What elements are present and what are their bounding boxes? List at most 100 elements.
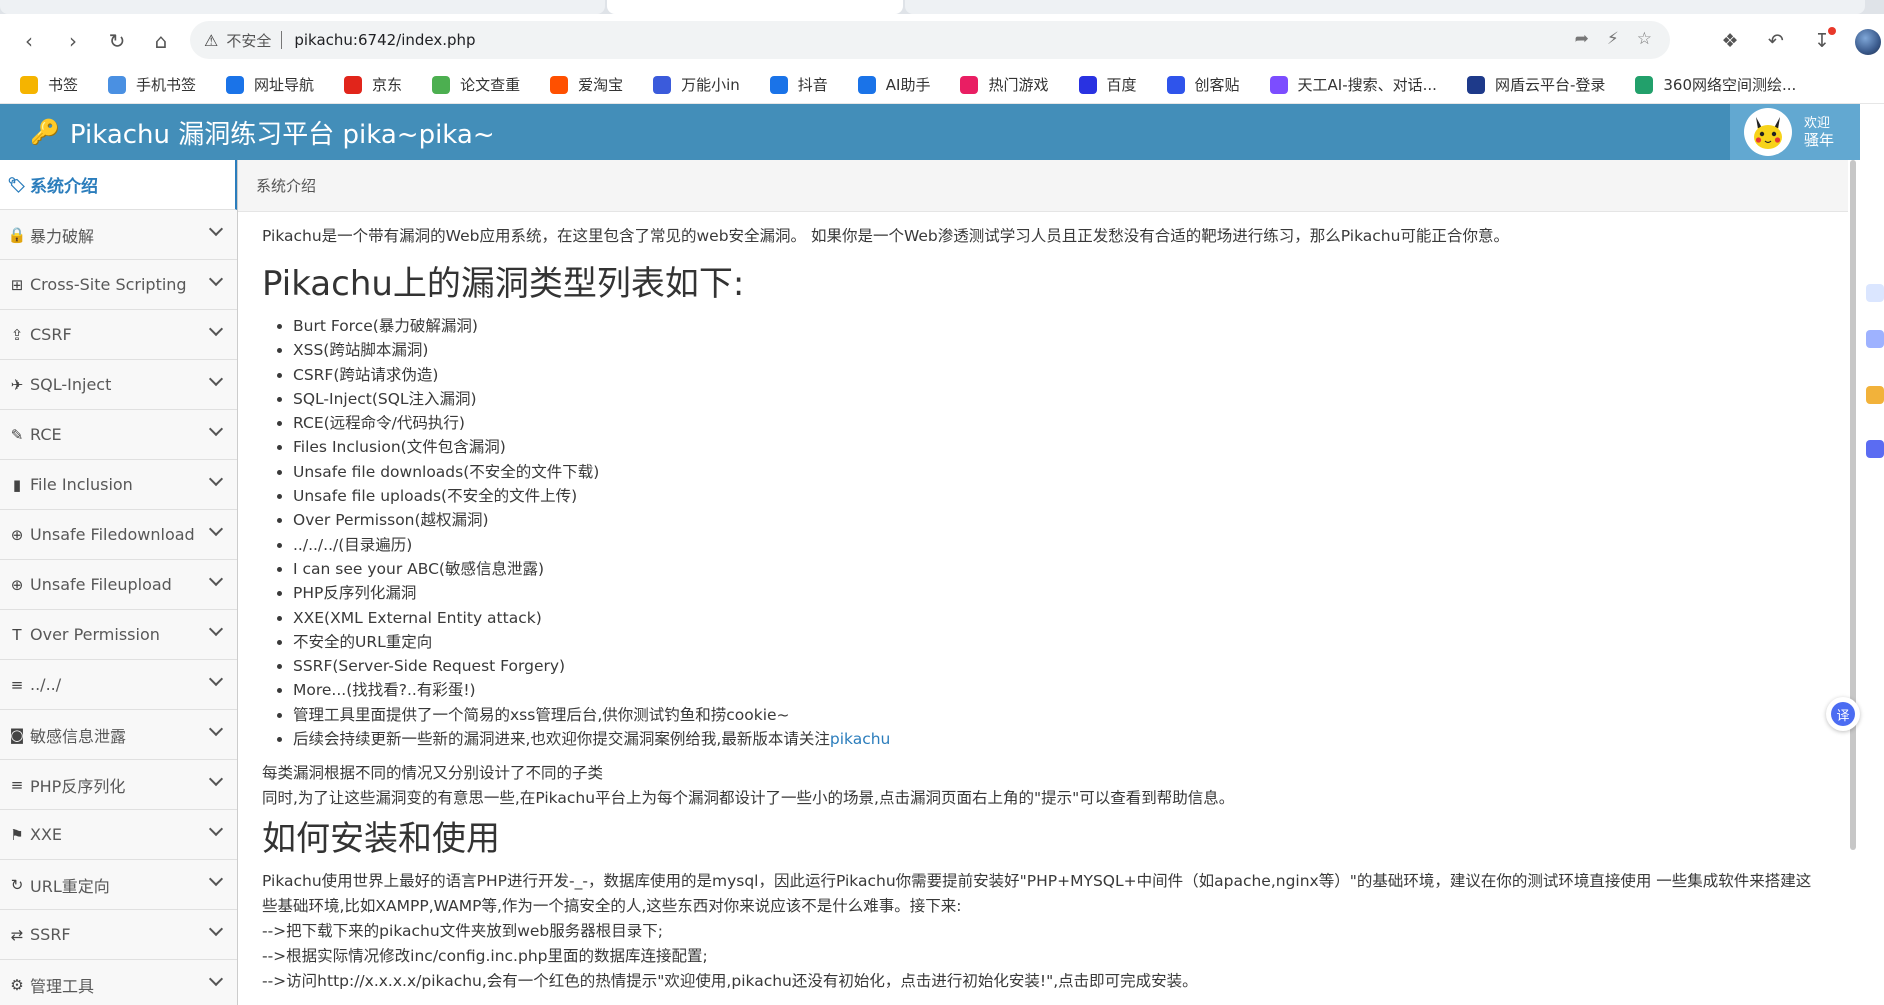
sidebar-item[interactable]: ⊕ Unsafe Filedownload [0,510,237,560]
install-paragraph: Pikachu使用世界上最好的语言PHP进行开发-_-，数据库使用的是mysql… [262,872,1812,916]
chevron-down-icon[interactable] [208,821,224,837]
chevron-down-icon[interactable] [208,921,224,937]
chevron-down-icon[interactable] [208,971,224,987]
bookmark-item[interactable]: 网址导航 [226,74,314,95]
sidebar-item[interactable]: T Over Permission [0,610,237,660]
list-item: 后续会持续更新一些新的漏洞进来,也欢迎你提交漏洞案例给我,最新版本请关注pika… [293,727,1824,751]
list-item: 管理工具里面提供了一个简易的xss管理后台,供你测试钓鱼和捞cookie~ [293,703,1824,727]
sidebar-item[interactable]: ↻ URL重定向 [0,860,237,910]
scrollbar-thumb[interactable] [1850,160,1856,850]
sidebar-item-label: XXE [30,825,63,844]
e-icon [857,75,876,94]
chevron-down-icon[interactable] [208,321,224,337]
bookmark-item[interactable]: 书签 [20,74,78,95]
bookmark-label: 百度 [1106,76,1137,94]
sidebar-item[interactable]: ⊕ Unsafe Fileupload [0,560,237,610]
sidebar-item[interactable]: ⊞ Cross-Site Scripting [0,260,237,310]
bookmark-item[interactable]: 天工AI-搜索、对话... [1269,74,1437,95]
extensions-icon[interactable]: ❖ [1714,26,1746,56]
bookmark-item[interactable]: 360网络空间测绘... [1635,74,1796,95]
chevron-down-icon[interactable] [208,471,224,487]
sidebar-item[interactable]: ⇄ SSRF [0,910,237,960]
sidebar-item-label: Unsafe Filedownload [30,525,195,544]
forward-icon[interactable]: › [58,26,88,56]
bookmarks-bar: 书签 手机书签 网址导航 京东 论文查重 爱淘宝 万能小in 抖音 AI助手 热门游戏 百度 创客贴 天… [0,66,1884,104]
vuln-list: Burt Force(暴力破解漏洞)XSS(跨站脚本漏洞)CSRF(跨站请求伪造… [262,314,1824,751]
separator [281,31,283,49]
browser-tab[interactable] [0,0,605,14]
browser-tab[interactable] [905,0,1865,14]
bookmark-label: 手机书签 [136,76,197,94]
chevron-down-icon[interactable] [208,671,224,687]
download-icon[interactable]: ↧ [1806,26,1838,56]
sidebar-item[interactable]: ▮ File Inclusion [0,460,237,510]
url-text[interactable]: pikachu:6742/index.php [294,31,475,49]
star-icon[interactable]: ☆ [1637,29,1652,49]
tag-icon: 🏷 [7,175,27,194]
browser-tab-active[interactable] [607,0,903,14]
brand[interactable]: 🔑 Pikachu 漏洞练习平台 pika~pika~ [30,104,495,160]
sidebar-item[interactable]: ⚑ XXE [0,810,237,860]
profile-avatar[interactable] [1852,26,1884,56]
bookmark-label: 论文查重 [460,76,521,94]
bookmark-item[interactable]: 万能小in [653,74,740,95]
user-name: 骚年 [1804,131,1835,149]
pencil-icon: ✎ [10,425,24,444]
chevron-down-icon[interactable] [208,371,224,387]
chevron-down-icon[interactable] [208,871,224,887]
sidebar-item[interactable]: ≡ ../../ [0,660,237,710]
sidebar-tool-icon[interactable] [1866,284,1884,302]
sidebar-item[interactable]: ✈ SQL-Inject [0,360,237,410]
bookmark-label: 天工AI-搜索、对话... [1297,76,1437,94]
bookmark-item[interactable]: AI助手 [857,74,930,95]
user-menu[interactable]: 欢迎 骚年 [1730,104,1880,160]
bookmark-item[interactable]: 京东 [344,74,402,95]
share-icon[interactable]: ➦ [1575,29,1589,49]
bookmark-item[interactable]: 网盾云平台-登录 [1466,74,1605,95]
chevron-down-icon[interactable] [208,621,224,637]
install-heading: 如何安装和使用 [262,819,500,860]
chevron-down-icon[interactable] [208,571,224,587]
sidebar-tool-icon[interactable] [1866,330,1884,348]
bookmark-label: 书签 [48,76,79,94]
sidebar-tool-icon[interactable] [1866,386,1884,404]
back-icon[interactable]: ‹ [14,26,44,56]
sidebar-item[interactable]: ⚙ 管理工具 [0,960,237,1005]
sidebar-item[interactable]: ⇪ CSRF [0,310,237,360]
translate-button[interactable]: 译 [1826,697,1860,731]
sidebar-item[interactable]: ◙ 敏感信息泄露 [0,710,237,760]
reload-icon[interactable]: ↻ [102,26,132,56]
chevron-down-icon[interactable] [208,521,224,537]
sidebar-item[interactable]: ≡ PHP反序列化 [0,760,237,810]
sidebar-item[interactable]: 🏷 系统介绍 [0,160,237,210]
chevron-down-icon[interactable] [208,421,224,437]
home-icon[interactable]: ⌂ [146,26,176,56]
bookmark-item[interactable]: 手机书签 [108,74,196,95]
lightning-icon[interactable]: ⚡ [1607,29,1619,49]
chevron-down-icon[interactable] [208,221,224,237]
sidebar-tool-icon[interactable] [1866,440,1884,458]
bookmark-item[interactable]: 抖音 [769,74,828,95]
chevron-down-icon[interactable] [208,771,224,787]
bookmark-label: 网址导航 [254,76,315,94]
main-content: 系统介绍 Pikachu是一个带有漏洞的Web应用系统，在这里包含了常见的web… [238,160,1848,1005]
bookmark-item[interactable]: 创客贴 [1166,74,1240,95]
bookmark-item[interactable]: 论文查重 [432,74,520,95]
undo-icon[interactable]: ↶ [1760,26,1792,56]
list-item: XXE(XML External Entity attack) [293,606,1824,630]
pikachu-link[interactable]: pikachu [830,730,891,748]
address-bar[interactable]: ⚠ 不安全 pikachu:6742/index.php ➦ ⚡ ☆ [190,21,1670,59]
chevron-down-icon[interactable] [208,271,224,287]
list-item: ../../../(目录遍历) [293,533,1824,557]
camera-icon: ◙ [9,725,25,744]
e-icon [226,75,245,94]
sidebar-item[interactable]: ✎ RCE [0,410,237,460]
bookmark-item[interactable]: 热门游戏 [960,74,1049,95]
phone-icon [108,75,127,94]
bookmark-item[interactable]: 百度 [1078,74,1137,95]
bookmark-item[interactable]: 爱淘宝 [550,74,623,95]
sidebar-item[interactable]: 🔒 暴力破解 [0,210,237,260]
jd-icon [344,75,363,94]
chevron-down-icon[interactable] [208,721,224,737]
scrollbar[interactable] [1848,160,1858,850]
